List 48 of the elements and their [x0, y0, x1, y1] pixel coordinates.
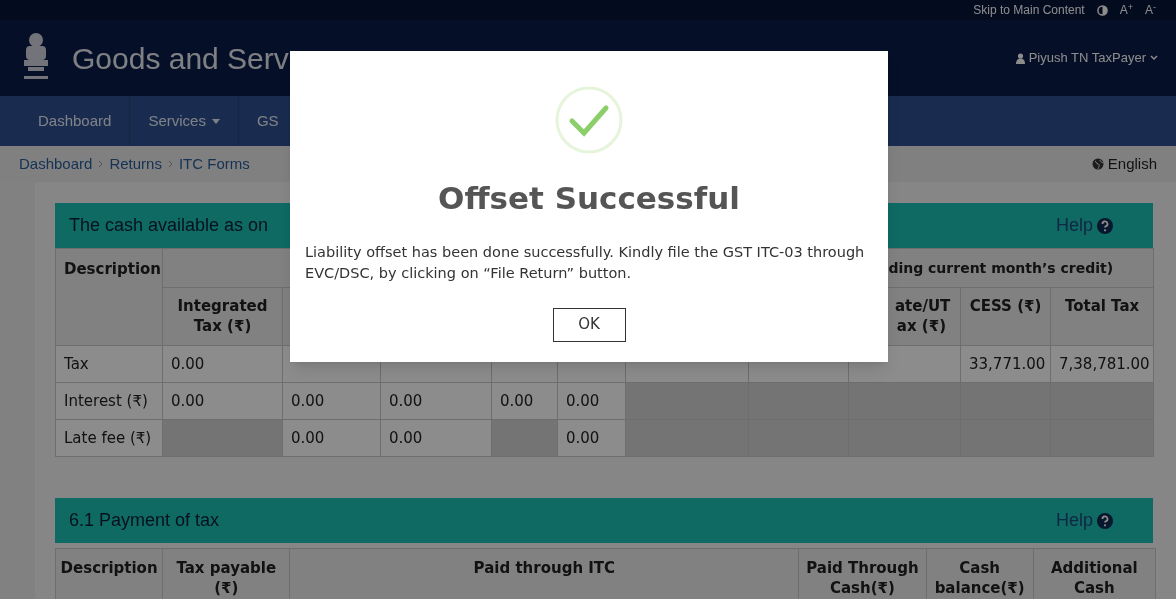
- table-cell: 0.00: [491, 382, 558, 420]
- user-menu[interactable]: Piyush TN TaxPayer: [1015, 48, 1158, 68]
- table-header-cell: Integrated Tax (₹): [162, 287, 283, 346]
- table-cell: 0.00: [282, 382, 381, 420]
- table-cell: 0.00: [162, 345, 283, 383]
- chevron-icon: [167, 160, 173, 168]
- table-header-cell: Description: [55, 248, 163, 346]
- help-icon: [1097, 512, 1113, 529]
- ok-button[interactable]: OK: [552, 307, 626, 342]
- globe-icon: [1091, 158, 1104, 170]
- table-header-cell: Total Tax: [1050, 287, 1154, 346]
- chevron-icon: [98, 160, 104, 168]
- table-cell: Late fee (₹): [55, 419, 163, 457]
- help-link[interactable]: Help: [1055, 212, 1113, 239]
- table-cell: 7,38,781.00: [1050, 345, 1154, 383]
- site-title: Goods and Serv: [72, 40, 289, 77]
- person-icon: [1015, 52, 1025, 64]
- table-cell: 0.00: [557, 382, 626, 420]
- breadcrumb-link[interactable]: ITC Forms: [178, 152, 250, 176]
- language-selector[interactable]: English: [1091, 152, 1157, 176]
- table-header-cell: CESS (₹): [960, 287, 1051, 346]
- table-cell: 0.00: [162, 382, 283, 420]
- font-smaller-link[interactable]: A$^{-}$: [1145, 1, 1156, 19]
- table-cell: 0.00: [557, 419, 626, 457]
- table-header-cell: Description: [55, 548, 163, 599]
- table-cell: Tax: [55, 345, 163, 383]
- table-cell: 0.00: [380, 419, 492, 457]
- table-cell: 0.00: [380, 382, 492, 420]
- breadcrumb-link[interactable]: Dashboard: [19, 152, 93, 176]
- table-header-cell: Tax payable (₹): [162, 548, 290, 599]
- breadcrumb-link[interactable]: Returns: [109, 152, 162, 176]
- table-header-cell: Paid through ITC: [289, 548, 799, 599]
- table-header-cell: Paid Through Cash(₹): [798, 548, 927, 599]
- section-title: 6.1 Payment of tax: [69, 509, 220, 532]
- check-circle-icon: [555, 86, 623, 154]
- dialog-title: Offset Successful: [438, 179, 740, 218]
- table-header-cell: Additional Cash: [1033, 548, 1156, 599]
- table-cell: 0.00: [282, 419, 381, 457]
- table-cell: 33,771.00: [960, 345, 1051, 383]
- help-icon: [1097, 217, 1113, 234]
- caret-icon: [1150, 55, 1158, 61]
- help-link[interactable]: Help: [1055, 507, 1113, 534]
- table-cell: Interest (₹): [55, 382, 163, 420]
- section-title: The cash available as on: [69, 214, 269, 237]
- table-header-cell: Cash balance(₹): [926, 548, 1034, 599]
- font-larger-link[interactable]: A$^{+}$: [1119, 1, 1133, 19]
- contrast-icon[interactable]: [1096, 4, 1108, 16]
- skip-link[interactable]: Skip to Main Content: [973, 1, 1085, 19]
